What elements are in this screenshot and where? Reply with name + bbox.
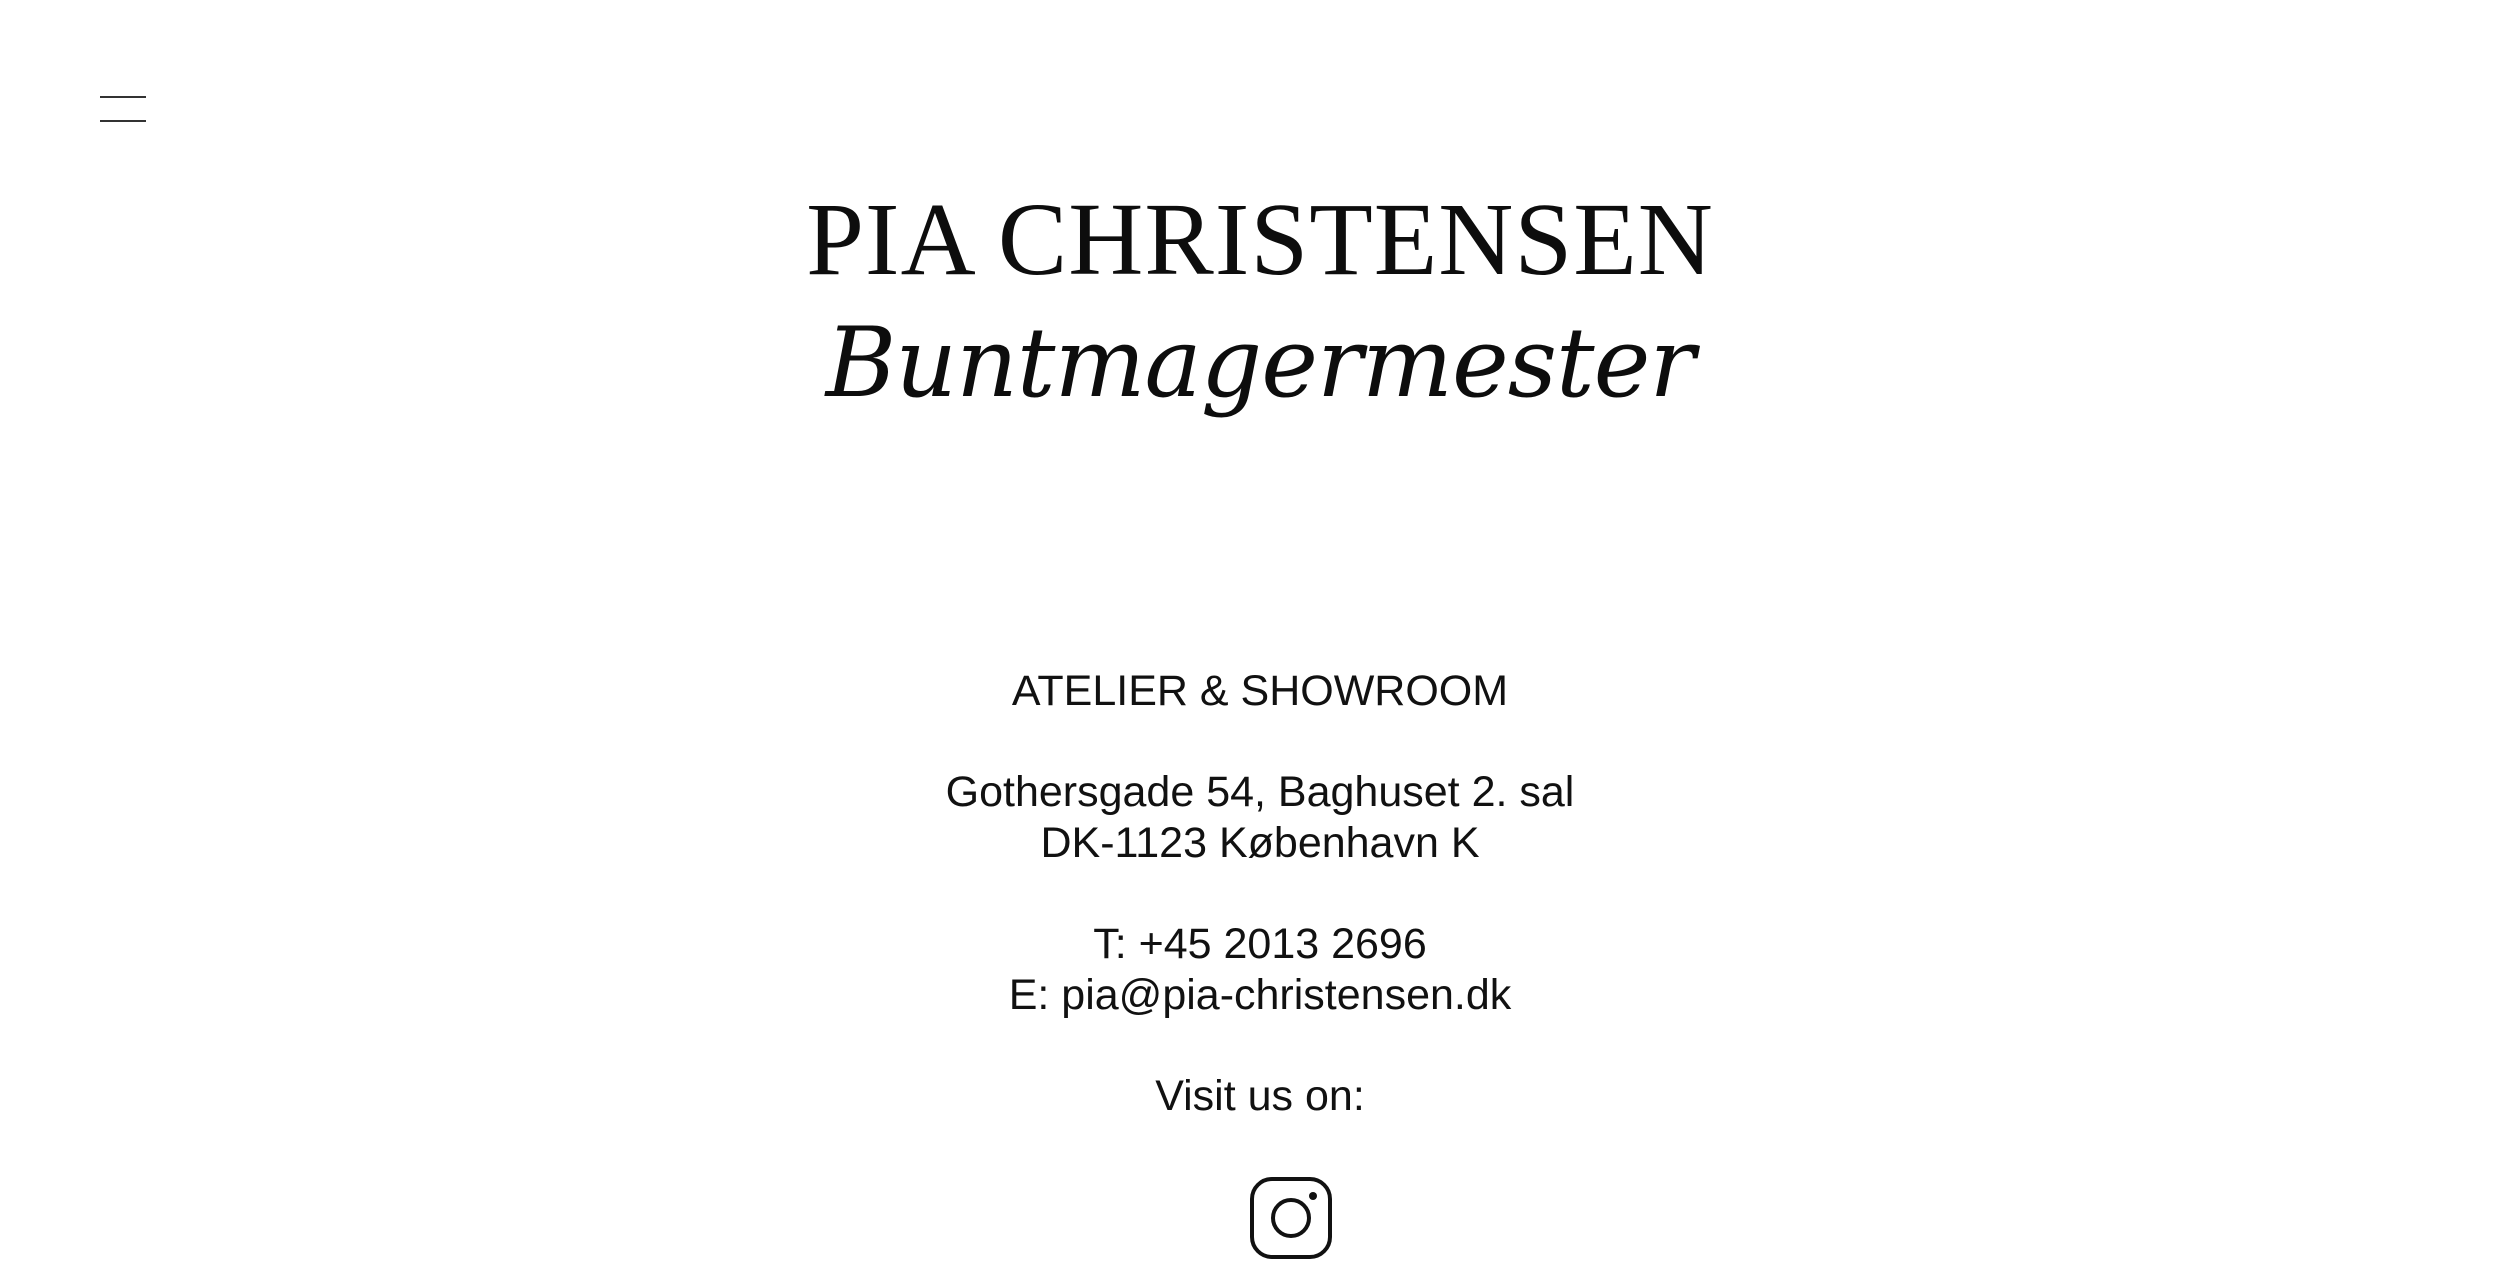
address-line-2: DK-1123 København K bbox=[1040, 819, 1480, 867]
contact-heading: ATELIER & SHOWROOM bbox=[1011, 667, 1509, 715]
brand-logo[interactable]: PIA CHRISTENSEN Buntmagermester bbox=[0, 180, 2520, 418]
hamburger-menu-icon-bar bbox=[100, 120, 146, 122]
instagram-icon[interactable] bbox=[1249, 1176, 1333, 1260]
contact-section: ATELIER & SHOWROOM Gothersgade 54, Baghu… bbox=[0, 666, 2520, 1122]
page: PIA CHRISTENSEN Buntmagermester ATELIER … bbox=[0, 0, 2520, 1282]
menu-button[interactable] bbox=[100, 96, 146, 126]
email-prefix: E: bbox=[1008, 971, 1062, 1019]
email-link[interactable]: pia@pia-christensen.dk bbox=[1061, 971, 1511, 1019]
address-line-1: Gothersgade 54, Baghuset 2. sal bbox=[945, 768, 1575, 816]
email-line: E: pia@pia-christensen.dk bbox=[0, 970, 2520, 1021]
brand-tagline: Buntmagermester bbox=[825, 307, 1696, 419]
hamburger-menu-icon-bar bbox=[100, 96, 146, 98]
visit-label: Visit us on: bbox=[1155, 1072, 1365, 1120]
instagram-icon-graphic bbox=[1250, 1177, 1332, 1259]
brand-name: PIA CHRISTENSEN bbox=[806, 182, 1714, 297]
phone-number[interactable]: T: +45 2013 2696 bbox=[0, 919, 2520, 970]
